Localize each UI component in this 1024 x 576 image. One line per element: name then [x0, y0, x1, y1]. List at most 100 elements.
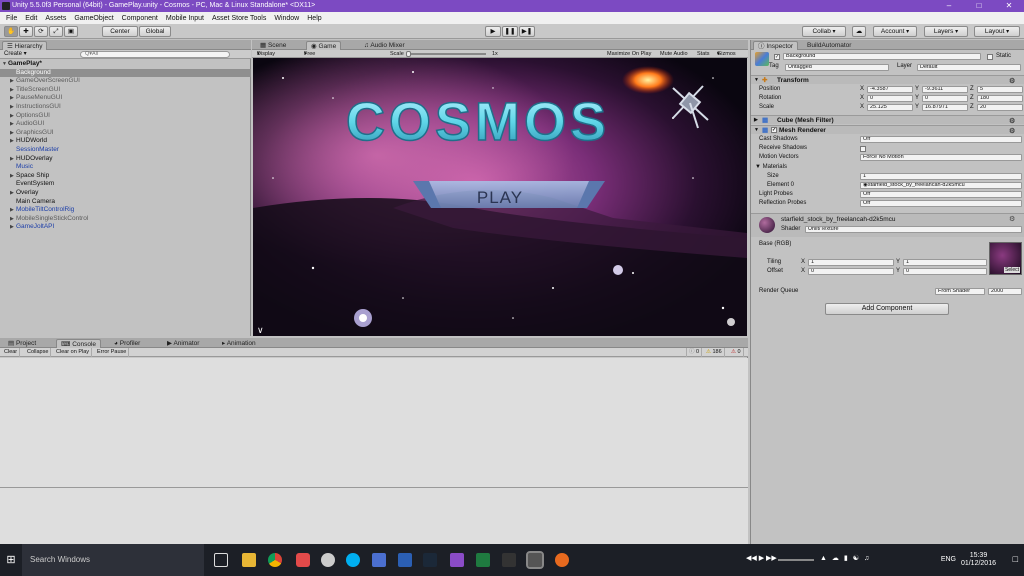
mesh-renderer-header[interactable]: ▼ ▦ ✓ Mesh Renderer ⚙ [751, 125, 1024, 135]
cast-shadows-dropdown[interactable]: Off [860, 136, 1022, 143]
tab-buildautomator[interactable]: BuildAutomator [803, 41, 855, 50]
position-x-field[interactable]: -4.3587 [867, 86, 913, 93]
mesh-renderer-enabled-checkbox[interactable]: ✓ [771, 127, 777, 133]
hierarchy-item[interactable]: ▶ GraphicsGUI [0, 129, 251, 138]
offset-y-field[interactable]: 0 [903, 268, 987, 275]
offset-x-field[interactable]: 0 [808, 268, 894, 275]
static-checkbox[interactable] [987, 54, 993, 60]
gear-icon[interactable]: ⚙ [1009, 215, 1015, 223]
collab-dropdown[interactable]: Collab [802, 26, 846, 37]
clear-button[interactable]: Clear [2, 348, 21, 357]
menu-window[interactable]: Window [270, 15, 303, 22]
excel-icon[interactable] [476, 553, 490, 567]
chrome-icon[interactable] [268, 553, 282, 567]
transform-header[interactable]: ▼ ✚ Transform ⚙ [751, 75, 1024, 85]
gizmos-dropdown[interactable]: Gizmos ▾ [717, 50, 736, 58]
unity-taskbar-icon[interactable] [526, 551, 544, 569]
expand-arrow-icon[interactable]: ▶ [10, 120, 14, 129]
collapse-arrow-icon[interactable]: ▼ [754, 126, 759, 135]
console-detail-area[interactable] [0, 487, 748, 544]
hierarchy-item[interactable]: ▶ PauseMenuGUI [0, 94, 251, 103]
hierarchy-item[interactable]: SessionMaster [0, 146, 251, 155]
hand-tool-icon[interactable]: ✋ [4, 26, 18, 37]
step-button[interactable]: ▶❚ [519, 26, 535, 37]
hierarchy-item[interactable]: Main Camera [0, 198, 251, 207]
pause-button[interactable]: ❚❚ [502, 26, 518, 37]
taskbar-search-box[interactable]: Search Windows [22, 544, 204, 576]
expand-arrow-icon[interactable]: ▶ [10, 172, 14, 181]
hierarchy-item[interactable]: ▶ TitleScreenGUI [0, 86, 251, 95]
rect-tool-icon[interactable]: ▣ [64, 26, 78, 37]
expand-arrow-icon[interactable]: ▶ [10, 189, 14, 198]
scale-z-field[interactable]: 20 [977, 104, 1023, 111]
stats-toggle[interactable]: Stats [697, 50, 710, 58]
maximize-on-play-toggle[interactable]: Maximize On Play [607, 50, 651, 58]
skype-icon[interactable] [346, 553, 360, 567]
rotate-tool-icon[interactable]: ⟳ [34, 26, 48, 37]
scale-x-field[interactable]: 25.125 [867, 104, 913, 111]
object-name-field[interactable]: Background [783, 53, 981, 60]
menu-component[interactable]: Component [118, 15, 162, 22]
scale-slider[interactable] [406, 53, 486, 55]
minimize-button[interactable]: – [934, 0, 964, 12]
tab-inspector[interactable]: ⓘ Inspector [753, 41, 799, 50]
console-log-list[interactable] [0, 358, 748, 487]
media-controls[interactable]: ◀◀ ▶ ▶▶ [746, 554, 777, 562]
layout-dropdown[interactable]: Layout [974, 26, 1020, 37]
maximize-button[interactable]: □ [964, 0, 994, 12]
error-filter-toggle[interactable]: ⚠ 0 [729, 348, 744, 357]
cloud-icon[interactable]: ☁ [852, 26, 866, 37]
expand-arrow-icon[interactable]: ▶ [10, 215, 14, 224]
create-dropdown[interactable]: Create ▾ [4, 50, 27, 59]
red-app-icon[interactable] [296, 553, 310, 567]
tab-scene[interactable]: ▦ Scene [256, 41, 290, 50]
expand-arrow-icon[interactable]: ▶ [10, 112, 14, 121]
reflection-probes-dropdown[interactable]: Off [860, 200, 1022, 207]
tiling-x-field[interactable]: 1 [808, 259, 894, 266]
rotation-x-field[interactable]: 0 [867, 95, 913, 102]
menu-help[interactable]: Help [303, 15, 325, 22]
materials-row[interactable]: ▼ Materials [751, 163, 1024, 172]
size-field[interactable]: 1 [860, 173, 1022, 180]
hierarchy-item[interactable]: Background [0, 68, 251, 78]
firefox-icon[interactable] [555, 553, 569, 567]
position-y-field[interactable]: -9.3611 [922, 86, 968, 93]
taskbar-clock[interactable]: 15:39 01/12/2016 [961, 552, 996, 568]
language-indicator[interactable]: ENG [941, 556, 956, 563]
scale-slider-thumb[interactable] [406, 51, 411, 57]
layers-dropdown[interactable]: Layers [924, 26, 968, 37]
tray-icons[interactable]: ▲☁▮☯♫ [820, 554, 874, 562]
play-button[interactable]: ▶ [485, 26, 501, 37]
tab-profiler[interactable]: ◕ Profiler [110, 339, 144, 348]
hierarchy-search-input[interactable]: Q▾All [80, 51, 230, 58]
expand-arrow-icon[interactable]: ▶ [10, 77, 14, 86]
word-icon[interactable] [398, 553, 412, 567]
position-z-field[interactable]: 5 [977, 86, 1023, 93]
display-dropdown[interactable]: Display 1 ▾ [257, 50, 275, 65]
hierarchy-item[interactable]: ▶ InstructionsGUI [0, 103, 251, 112]
error-pause-button[interactable]: Error Pause [95, 348, 130, 357]
clear-on-play-button[interactable]: Clear on Play [54, 348, 93, 357]
mesh-filter-header[interactable]: ▶ ▦ Cube (Mesh Filter) ⚙ [751, 115, 1024, 125]
render-queue-value-field[interactable]: 2000 [988, 288, 1022, 295]
expand-arrow-icon[interactable]: ▶ [10, 155, 14, 164]
expand-arrow-icon[interactable]: ▶ [10, 137, 14, 146]
menu-assets[interactable]: Assets [41, 15, 70, 22]
pivot-global-button[interactable]: Global [139, 26, 171, 37]
render-queue-mode-dropdown[interactable]: From Shader [935, 288, 985, 295]
close-button[interactable]: ✕ [994, 0, 1024, 12]
hierarchy-item[interactable]: ▶ OptionsGUI [0, 112, 251, 121]
aspect-dropdown[interactable]: Free Aspect ▾ [304, 50, 321, 65]
expand-arrow-icon[interactable]: ▶ [10, 129, 14, 138]
shader-dropdown[interactable]: Unlit/Texture [805, 226, 1022, 233]
tab-console[interactable]: ⌨ Console [56, 339, 102, 348]
add-component-button[interactable]: Add Component [825, 303, 949, 315]
hierarchy-item[interactable]: ▶ AudioGUI [0, 120, 251, 129]
visual-studio-icon[interactable] [450, 553, 464, 567]
scene-root[interactable]: ▼ GamePlay* [0, 60, 251, 69]
expand-arrow-icon[interactable]: ▶ [10, 103, 14, 112]
hierarchy-item[interactable]: ▶ MobileTiltControlRig [0, 206, 251, 215]
pivot-center-button[interactable]: Center [102, 26, 138, 37]
blue-app-icon[interactable] [372, 553, 386, 567]
material-header[interactable]: starfield_stock_by_freelancah-d2k5mcu Sh… [751, 213, 1024, 237]
